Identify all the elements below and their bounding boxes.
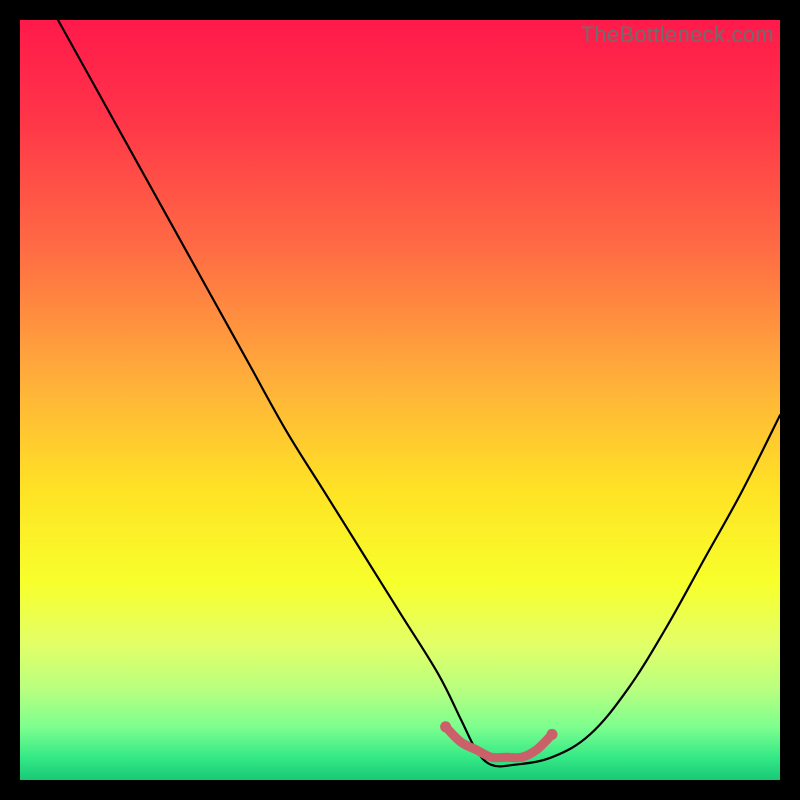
plot-area: TheBottleneck.com [20,20,780,780]
optimal-flat-segment [446,727,552,758]
curve-layer [20,20,780,780]
bottleneck-curve [58,20,780,766]
watermark-text: TheBottleneck.com [581,22,774,48]
chart-frame: TheBottleneck.com [0,0,800,800]
